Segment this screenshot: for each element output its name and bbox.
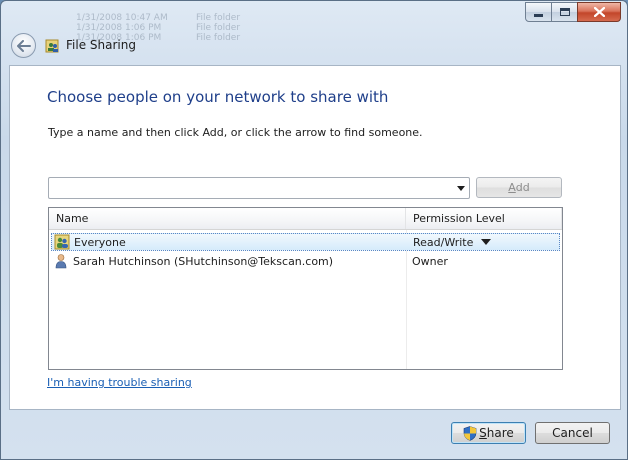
- row-name-cell: Everyone: [52, 234, 407, 250]
- background-row-type: File folder: [196, 33, 241, 43]
- background-row-type: File folder: [196, 23, 241, 33]
- column-header-permission[interactable]: Permission Level: [406, 208, 562, 229]
- uac-shield-icon: [463, 425, 477, 441]
- share-button-accel: S: [479, 426, 487, 440]
- list-row-owner[interactable]: Sarah Hutchinson (SHutchinson@Tekscan.co…: [51, 252, 560, 270]
- add-button-label: dd: [515, 181, 530, 194]
- row-permission: Owner: [412, 254, 448, 268]
- minimize-button[interactable]: [525, 2, 552, 22]
- back-button[interactable]: [11, 33, 36, 58]
- close-icon: [593, 7, 605, 17]
- row-name: Sarah Hutchinson (SHutchinson@Tekscan.co…: [73, 254, 334, 268]
- add-button-accel: A: [508, 181, 516, 194]
- content-panel: Choose people on your network to share w…: [9, 65, 621, 410]
- combo-dropdown-button[interactable]: [453, 178, 469, 198]
- caption-buttons: [525, 2, 621, 22]
- window-frame: 1/31/2008 10:47 AM File folder 1/31/2008 …: [0, 0, 628, 460]
- maximize-button[interactable]: [551, 2, 578, 22]
- background-row: 1/31/2008 10:47 AM File folder: [76, 13, 316, 23]
- row-permission: Read/Write: [413, 235, 474, 249]
- close-button[interactable]: [577, 2, 621, 22]
- share-button-label: hare: [486, 426, 514, 440]
- add-button[interactable]: Add: [476, 177, 562, 198]
- background-row-date: 1/31/2008 1:06 PM: [76, 23, 162, 33]
- background-row-type: File folder: [196, 13, 241, 23]
- minimize-icon: [534, 13, 543, 17]
- sharing-list[interactable]: Name Permission Level Everyone Read/Writ…: [48, 207, 563, 370]
- file-sharing-icon: [45, 39, 59, 53]
- group-icon: [54, 234, 70, 250]
- background-row: 1/31/2008 1:06 PM File folder: [76, 23, 316, 33]
- name-combobox[interactable]: [48, 177, 470, 199]
- instructions-text: Type a name and then click Add, or click…: [48, 126, 423, 139]
- list-header: Name Permission Level: [49, 208, 562, 230]
- chevron-down-icon: [457, 185, 465, 191]
- chevron-down-icon: [481, 239, 492, 245]
- background-row-date: 1/31/2008 10:47 AM: [76, 13, 168, 23]
- row-permission-cell: Owner: [406, 255, 560, 268]
- window-title: File Sharing: [66, 38, 136, 52]
- page-heading: Choose people on your network to share w…: [47, 88, 389, 106]
- permission-dropdown[interactable]: Read/Write: [407, 236, 559, 249]
- list-row-everyone[interactable]: Everyone Read/Write: [51, 233, 560, 251]
- column-header-name[interactable]: Name: [49, 208, 406, 229]
- maximize-icon: [559, 8, 570, 16]
- user-icon: [55, 254, 67, 269]
- trouble-sharing-link[interactable]: I'm having trouble sharing: [47, 376, 192, 389]
- cancel-button[interactable]: Cancel: [535, 422, 610, 444]
- permission-dropdown-arrow[interactable]: [481, 239, 492, 245]
- name-input[interactable]: [49, 178, 453, 198]
- share-button[interactable]: Share: [451, 422, 526, 444]
- back-arrow-icon: [16, 39, 31, 52]
- row-name-cell: Sarah Hutchinson (SHutchinson@Tekscan.co…: [51, 253, 406, 269]
- row-name: Everyone: [74, 235, 126, 249]
